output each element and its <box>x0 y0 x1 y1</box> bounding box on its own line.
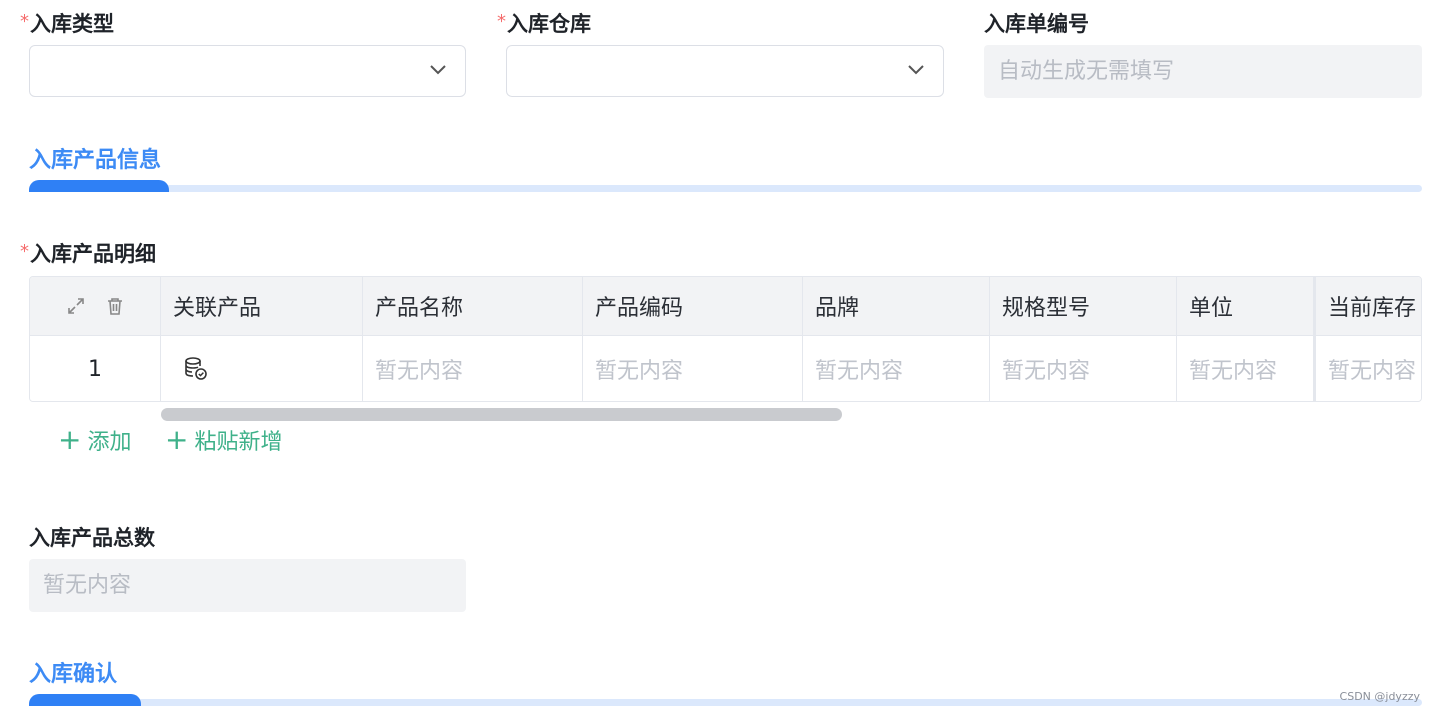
total-field: 暂无内容 <box>29 559 466 612</box>
plus-icon: + <box>165 423 189 456</box>
section-divider <box>29 694 1422 706</box>
header-tools <box>30 277 161 335</box>
column-header: 当前库存 <box>1314 277 1421 335</box>
column-header: 品牌 <box>803 277 990 335</box>
horizontal-scrollbar[interactable] <box>161 408 842 421</box>
add-button[interactable]: + 添加 <box>58 424 131 456</box>
section-confirm: 入库确认 <box>29 662 118 687</box>
required-mark: * <box>497 11 506 32</box>
brand-cell: 暂无内容 <box>803 336 990 401</box>
total-label: 入库产品总数 <box>29 526 155 550</box>
detail-label: *入库产品明细 <box>20 241 156 266</box>
stock-cell: 暂无内容 <box>1314 336 1421 401</box>
column-header: 产品名称 <box>363 277 583 335</box>
section-active-bar <box>29 694 141 706</box>
column-header: 规格型号 <box>990 277 1177 335</box>
spec-cell: 暂无内容 <box>990 336 1177 401</box>
plus-icon: + <box>58 423 82 456</box>
warehouse-label: *入库仓库 <box>497 11 591 36</box>
paste-add-button[interactable]: + 粘贴新增 <box>165 424 282 456</box>
unit-cell: 暂无内容 <box>1177 336 1314 401</box>
warehouse-select[interactable] <box>506 45 944 97</box>
product-name-cell: 暂无内容 <box>363 336 583 401</box>
database-link-icon[interactable] <box>183 356 209 382</box>
product-code-cell: 暂无内容 <box>583 336 803 401</box>
table-header: 关联产品 产品名称 产品编码 品牌 规格型号 单位 当前库存 <box>30 277 1421 336</box>
type-select[interactable] <box>29 45 466 97</box>
chevron-down-icon <box>430 65 446 75</box>
type-label: *入库类型 <box>20 11 114 36</box>
number-label: 入库单编号 <box>984 12 1089 36</box>
related-product-cell[interactable] <box>161 336 363 401</box>
number-field: 自动生成无需填写 <box>984 45 1422 98</box>
trash-icon[interactable] <box>106 296 124 316</box>
watermark: CSDN @jdyzzy <box>1339 690 1420 703</box>
column-header: 产品编码 <box>583 277 803 335</box>
table-row: 1 暂无内容 暂无内容 暂无内容 暂无内容 暂无内容 暂无内容 <box>30 336 1421 401</box>
required-mark: * <box>20 241 29 262</box>
detail-table: 关联产品 产品名称 产品编码 品牌 规格型号 单位 当前库存 1 暂无内容 暂无… <box>29 276 1422 402</box>
section-active-bar <box>29 180 169 192</box>
column-header: 单位 <box>1177 277 1314 335</box>
required-mark: * <box>20 11 29 32</box>
expand-icon[interactable] <box>66 296 86 316</box>
column-header: 关联产品 <box>161 277 363 335</box>
chevron-down-icon <box>908 65 924 75</box>
section-divider <box>29 180 1422 192</box>
section-product-info: 入库产品信息 <box>29 148 162 173</box>
row-index: 1 <box>30 336 161 401</box>
